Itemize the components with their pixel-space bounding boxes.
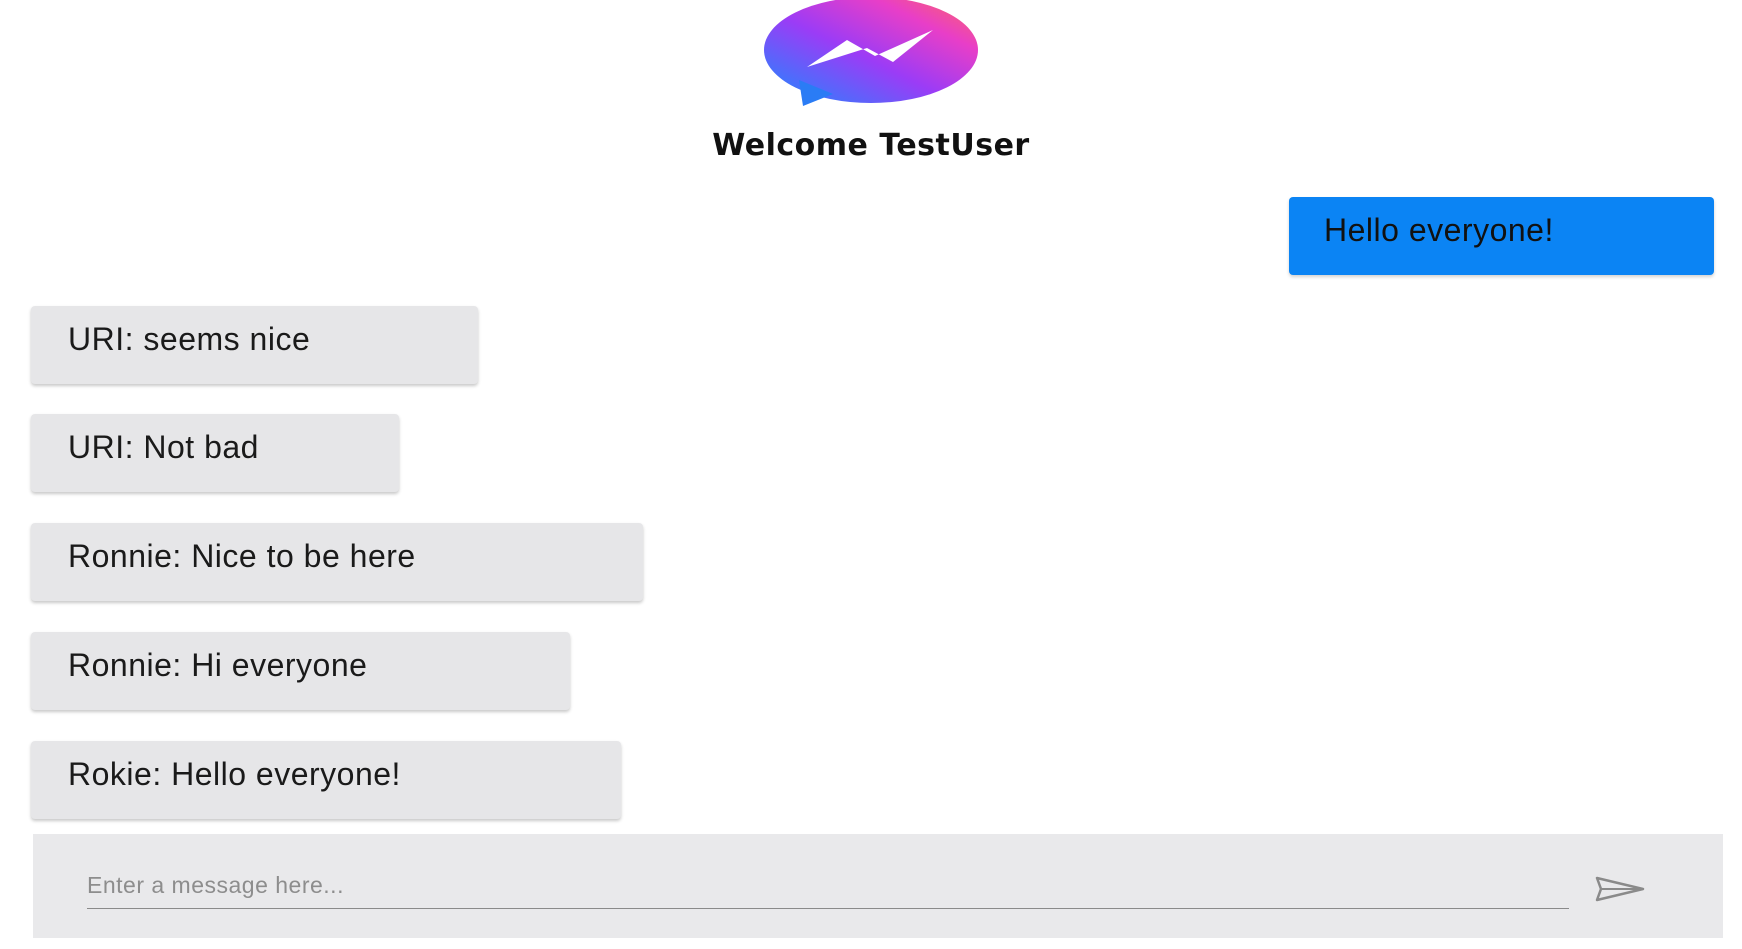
message-text: Ronnie: Hi everyone bbox=[68, 647, 368, 683]
message-text: Ronnie: Nice to be here bbox=[68, 538, 416, 574]
message-bubble: Rokie: Hello everyone! bbox=[31, 741, 621, 819]
message-text: URI: Not bad bbox=[68, 429, 259, 465]
own-message-bubble: Hello everyone! bbox=[1289, 197, 1714, 275]
messenger-logo-icon bbox=[764, 0, 978, 106]
message-text: Hello everyone! bbox=[1324, 212, 1554, 248]
message-bubble: Ronnie: Hi everyone bbox=[31, 632, 570, 710]
welcome-heading: Welcome TestUser bbox=[712, 128, 1030, 163]
message-text: Rokie: Hello everyone! bbox=[68, 756, 401, 792]
message-composer bbox=[33, 834, 1723, 938]
message-input[interactable] bbox=[87, 862, 1569, 909]
send-icon[interactable] bbox=[1595, 876, 1645, 902]
chat-page: Welcome TestUser Hello everyone! URI: se… bbox=[0, 0, 1742, 949]
message-bubble: Ronnie: Nice to be here bbox=[31, 523, 643, 601]
message-text: URI: seems nice bbox=[68, 321, 311, 357]
message-bubble: URI: Not bad bbox=[31, 414, 399, 492]
message-bubble: URI: seems nice bbox=[31, 306, 478, 384]
